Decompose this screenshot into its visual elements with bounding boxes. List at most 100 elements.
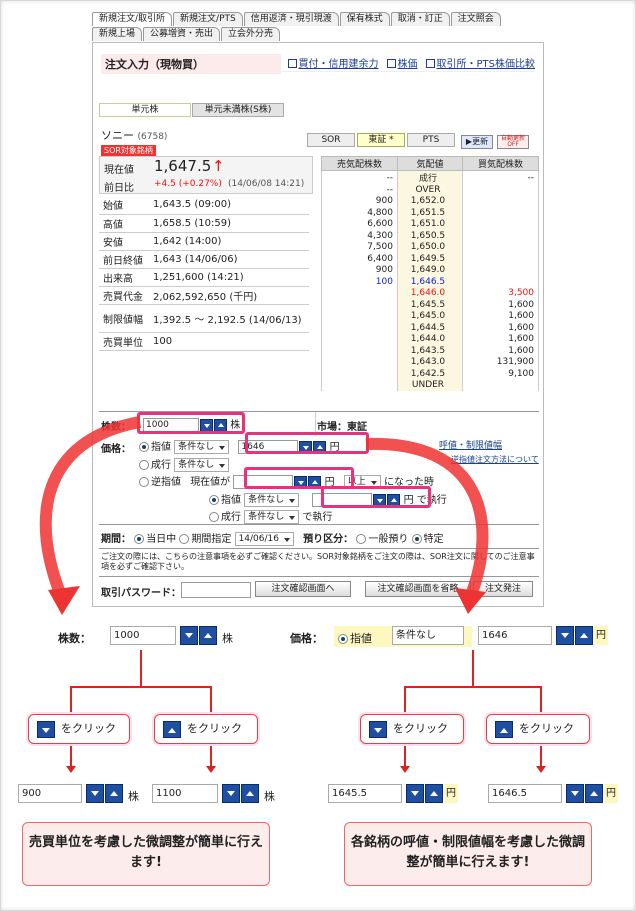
click-down-qty: をクリック <box>28 714 130 744</box>
lower-qty-label: 株数： <box>58 632 91 645</box>
market-pts[interactable]: PTS <box>407 133 455 147</box>
up-arrow-icon: ↑ <box>212 157 225 175</box>
tab-5[interactable]: 注文照会 <box>450 12 501 26</box>
board-cell: 1,600 <box>461 333 540 345</box>
price-minus-unit: 円 <box>444 784 458 803</box>
qty-plus-result: 1100 <box>152 784 218 803</box>
sor-badge: SOR対象銘柄 <box>101 145 156 156</box>
current-price-box: 現在値 1,647.5 ↑ 前日比 +4.5 (+0.27%) (14/06/0… <box>99 156 313 194</box>
qty-minus-unit: 株 <box>128 790 139 803</box>
tab-s-shares[interactable]: 単元未満株(S株) <box>192 103 284 117</box>
board-row: 7,500 1,650.0 <box>321 241 540 253</box>
compare-link[interactable]: 取引所・PTS株価比較 <box>425 55 535 70</box>
refresh-button[interactable]: ▶更新 <box>461 135 493 149</box>
board-cell <box>461 207 540 219</box>
board-cell: 4,800 <box>321 207 398 219</box>
board-cell: 1,643.0 <box>396 356 463 368</box>
quote-row: 前日終値 1,643 (14/06/06) <box>99 250 309 269</box>
price-minus-result: 1645.5 <box>328 784 402 803</box>
lower-limit-radio <box>338 634 348 644</box>
board-row: 900 1,649.0 <box>321 264 540 276</box>
tab-4[interactable]: 取消・訂正 <box>390 12 450 26</box>
tab2-2[interactable]: 立会外分売 <box>221 27 281 41</box>
market-sor[interactable]: SOR <box>307 133 355 147</box>
quote-value: 1,251,600 (14:21) <box>149 268 309 287</box>
quote-value: 1,643.5 (09:00) <box>149 196 309 215</box>
down-icon <box>37 721 55 738</box>
board-header: 売気配株数 気配値 買気配株数 <box>321 156 540 171</box>
quote-row: 売買代金 2,062,592,650 (千円) <box>99 286 309 305</box>
quote-row: 売買単位 100 <box>99 332 309 351</box>
market-tse[interactable]: 東証 * <box>357 133 405 147</box>
board-row: 1,645.5 1,600 <box>321 299 540 311</box>
change-time: (14/06/08 14:21) <box>228 179 305 189</box>
page-title: 注文入力（現物買） <box>101 54 281 74</box>
down-icon <box>86 784 104 803</box>
quote-label: 制限値幅 <box>99 304 149 333</box>
qty-plus-unit: 株 <box>264 790 275 803</box>
board-cell: 1,644.5 <box>396 322 463 334</box>
auto-refresh-button[interactable]: 自動更新 OFF <box>497 135 529 149</box>
board-row: 1,643.0 131,900 <box>321 356 540 368</box>
board-row: 1,642.5 9,100 <box>321 368 540 380</box>
stock-price-link[interactable]: 株価 <box>386 55 418 70</box>
up-icon <box>495 721 513 738</box>
board-cell: 1,652.0 <box>396 195 463 207</box>
tab-bar: 新規注文/取引所 新規注文/PTS 信用返済・現引現渡 保有株式 取消・訂正 注文照会 新… <box>92 12 542 41</box>
board-cell <box>461 276 540 288</box>
board-row: 900 1,652.0 <box>321 195 540 207</box>
down-icon <box>222 784 240 803</box>
board-cell <box>321 287 398 299</box>
stock-code: (6758) <box>137 132 168 142</box>
quote-table: 始値 1,643.5 (09:00) 高値 1,658.5 (10:59) 安値 1,64… <box>99 196 309 351</box>
curve-arrows <box>39 416 489 615</box>
board-cell: -- <box>461 170 540 184</box>
board-row: 1,644.0 1,600 <box>321 333 540 345</box>
board-cell: -- <box>321 184 398 196</box>
board-cell <box>461 379 540 391</box>
quote-row: 安値 1,642 (14:00) <box>99 232 309 251</box>
quote-label: 始値 <box>99 196 149 215</box>
tab2-0[interactable]: 新規上場 <box>92 27 143 41</box>
tab-0[interactable]: 新規注文/取引所 <box>92 12 173 26</box>
tab2-1[interactable]: 公募増資・売出 <box>143 27 221 41</box>
click-down-price: をクリック <box>360 714 464 744</box>
lower-price-unit: 円 <box>594 626 608 645</box>
quote-label: 売買代金 <box>99 286 149 305</box>
lower-cond-select: 条件なし <box>392 626 464 645</box>
board-cell: 1,649.5 <box>396 253 463 265</box>
click-up-qty: をクリック <box>154 714 258 744</box>
board-cell <box>321 345 398 357</box>
board-cell: 1,651.0 <box>396 218 463 230</box>
window-icon <box>425 59 435 68</box>
board-cell: UNDER <box>396 379 463 391</box>
lower-qty-down-icon <box>180 626 198 645</box>
down-icon <box>369 721 387 738</box>
board-cell <box>321 322 398 334</box>
up-icon <box>241 784 259 803</box>
board-row: 4,300 1,650.5 <box>321 230 540 242</box>
board-row: 6,400 1,649.5 <box>321 253 540 265</box>
tab-1[interactable]: 新規注文/PTS <box>173 12 243 26</box>
quote-row: 出来高 1,251,600 (14:21) <box>99 268 309 287</box>
quote-row: 制限値幅 1,392.5 〜 2,192.5 (14/06/13) <box>99 304 309 333</box>
board-cell <box>321 379 398 391</box>
change-label: 前日比 <box>104 183 134 194</box>
board-cell: 131,900 <box>461 356 540 368</box>
lower-qty-unit: 株 <box>222 632 233 645</box>
tab-unit-shares[interactable]: 単元株 <box>99 103 191 117</box>
buying-power-link[interactable]: 買付・信用建余力 <box>287 55 379 70</box>
up-icon <box>163 721 181 738</box>
board-cell <box>321 299 398 311</box>
quote-label: 売買単位 <box>99 332 149 351</box>
board-cell: 成行 <box>396 170 463 184</box>
board-cell: OVER <box>396 184 463 196</box>
tab-2[interactable]: 信用返済・現引現渡 <box>243 12 339 26</box>
current-price: 1,647.5 <box>154 157 212 175</box>
board-cell <box>461 184 540 196</box>
board-cell: 1,646.0 <box>396 287 463 299</box>
tab-3[interactable]: 保有株式 <box>339 12 390 26</box>
header: 注文入力（現物買） 買付・信用建余力 株価 取引所・PTS株価比較 <box>101 52 535 74</box>
lower-price-input: 1646 <box>478 626 552 645</box>
board-cell: 1,643.5 <box>396 345 463 357</box>
